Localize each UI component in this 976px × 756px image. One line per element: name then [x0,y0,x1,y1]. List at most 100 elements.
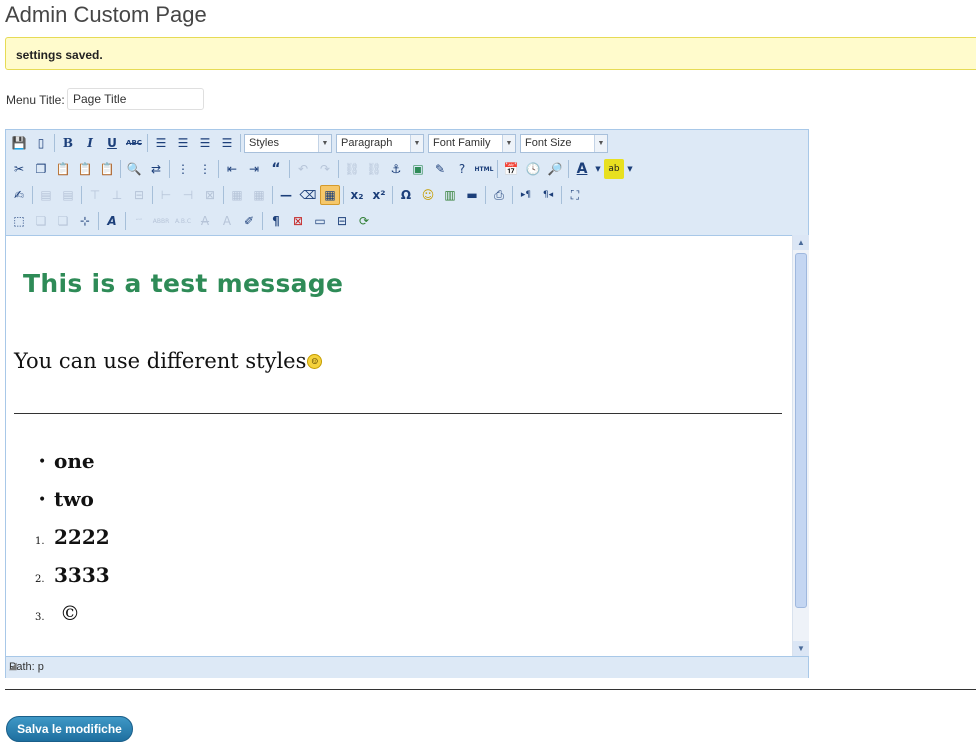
editor-scrollbar[interactable]: ▲ ▼ [792,235,809,656]
replace-icon[interactable]: ⇄ [146,159,166,179]
text-color-icon[interactable]: A [572,159,592,179]
indent-icon[interactable]: ⇥ [244,159,264,179]
ltr-icon[interactable]: ▸¶ [516,185,536,205]
deletion-icon[interactable]: A [195,211,215,231]
numbered-list-icon[interactable]: ⋮ [195,159,215,179]
nonbreaking-icon[interactable]: ⊠ [288,211,308,231]
cite-icon[interactable]: “” [129,211,149,231]
insert-date-icon[interactable]: 📅 [501,159,521,179]
menu-title-input[interactable] [67,88,204,110]
absolute-position-icon[interactable]: ⊹ [75,211,95,231]
toolbar-row-1: 💾 ▯ B I U ABC ☰ ☰ ☰ ☰ Styles ▼ Paragraph ▼… [9,132,612,154]
paste-word-icon[interactable]: 📋 [97,159,117,179]
superscript-icon[interactable]: x² [369,185,389,205]
subscript-icon[interactable]: x₂ [347,185,367,205]
delete-col-icon[interactable]: ⊠ [200,185,220,205]
edit-css-icon[interactable]: ✍ [9,185,29,205]
attributes-icon[interactable]: ✐ [239,211,259,231]
strikethrough-icon[interactable]: ABC [124,133,144,153]
paste-text-icon[interactable]: 📋 [75,159,95,179]
insert-layer-icon[interactable]: ⬚ [9,211,29,231]
table-row-props-icon[interactable]: ▤ [36,185,56,205]
remove-format-icon[interactable]: ⌫ [298,185,318,205]
bullet-marker: • [38,492,47,508]
font-family-select[interactable]: Font Family ▼ [428,133,516,153]
media-icon[interactable]: ▥ [440,185,460,205]
underline-icon[interactable]: U [102,133,122,153]
table-cell-props-icon[interactable]: ▤ [58,185,78,205]
merge-cells-icon[interactable]: ▦ [249,185,269,205]
save-icon[interactable]: 💾 [9,133,29,153]
abbreviation-icon[interactable]: ABBR [151,211,171,231]
resize-handle-icon[interactable]: ◢ [9,661,806,676]
cut-icon[interactable]: ✂ [9,159,29,179]
align-left-icon[interactable]: ☰ [151,133,171,153]
visual-aid-icon[interactable]: ▭ [310,211,330,231]
advanced-hr-icon[interactable]: ▬ [462,185,482,205]
scroll-down-arrow-icon[interactable]: ▼ [793,641,809,656]
outdent-icon[interactable]: ⇤ [222,159,242,179]
redo-icon[interactable]: ↷ [315,159,335,179]
align-center-icon[interactable]: ☰ [173,133,193,153]
delete-row-icon[interactable]: ⊟ [129,185,149,205]
toolbar-separator [262,212,263,230]
special-char-icon[interactable]: Ω [396,185,416,205]
toolbar-separator [98,212,99,230]
bold-icon[interactable]: B [58,133,78,153]
emoticon-icon[interactable]: ☺ [418,185,438,205]
insert-col-after-icon[interactable]: ⊣ [178,185,198,205]
spellcheck-icon[interactable]: ⟳ [354,211,374,231]
styles-select[interactable]: Styles ▼ [244,133,332,153]
editor-content-area[interactable]: This is a test message You can use diffe… [6,235,792,657]
image-icon[interactable]: ▣ [408,159,428,179]
save-changes-button[interactable]: Salva le modifiche [6,716,133,742]
scroll-up-arrow-icon[interactable]: ▲ [793,235,809,250]
help-icon[interactable]: ? [452,159,472,179]
insert-col-before-icon[interactable]: ⊢ [156,185,176,205]
print-icon[interactable]: ⎙ [489,185,509,205]
rtl-icon[interactable]: ¶◂ [538,185,558,205]
table-icon[interactable]: ▦ [320,185,340,205]
style-props-icon[interactable]: A [102,211,122,231]
paste-icon[interactable]: 📋 [53,159,73,179]
background-color-icon[interactable]: ab [604,159,624,179]
undo-icon[interactable]: ↶ [293,159,313,179]
fullscreen-icon[interactable]: ⛶ [565,185,585,205]
chevron-down-icon[interactable]: ▼ [594,159,602,179]
numbered-item: © [60,601,80,625]
font-size-select[interactable]: Font Size ▼ [520,133,608,153]
italic-icon[interactable]: I [80,133,100,153]
scrollbar-thumb[interactable] [795,253,807,608]
preview-icon[interactable]: 🔎 [545,159,565,179]
html-source-icon[interactable]: HTML [474,159,494,179]
insert-row-before-icon[interactable]: ⊤ [85,185,105,205]
move-forward-icon[interactable]: ❏ [31,211,51,231]
content-paragraph: You can use different styles ☺ [14,349,323,373]
acronym-icon[interactable]: A.B.C [173,211,193,231]
split-cells-icon[interactable]: ▦ [227,185,247,205]
align-right-icon[interactable]: ☰ [195,133,215,153]
blockquote-icon[interactable]: “ [266,159,286,179]
find-icon[interactable]: 🔍 [124,159,144,179]
link-icon[interactable]: ⛓ [342,159,362,179]
page-break-icon[interactable]: ⊟ [332,211,352,231]
insert-row-after-icon[interactable]: ⊥ [107,185,127,205]
new-document-icon[interactable]: ▯ [31,133,51,153]
anchor-icon[interactable]: ⚓ [386,159,406,179]
move-backward-icon[interactable]: ❏ [53,211,73,231]
insert-time-icon[interactable]: 🕓 [523,159,543,179]
align-justify-icon[interactable]: ☰ [217,133,237,153]
cleanup-icon[interactable]: ✎ [430,159,450,179]
copy-icon[interactable]: ❐ [31,159,51,179]
chevron-down-icon: ▼ [318,134,331,152]
bullet-item: two [54,487,94,511]
insertion-icon[interactable]: A [217,211,237,231]
chevron-down-icon[interactable]: ▼ [626,159,634,179]
toolbar-separator [81,186,82,204]
show-invisible-icon[interactable]: ¶ [266,211,286,231]
bullet-list-icon[interactable]: ⋮ [173,159,193,179]
unlink-icon[interactable]: ⛓ [364,159,384,179]
horizontal-rule-icon[interactable]: — [276,185,296,205]
toolbar-separator [392,186,393,204]
format-select[interactable]: Paragraph ▼ [336,133,424,153]
